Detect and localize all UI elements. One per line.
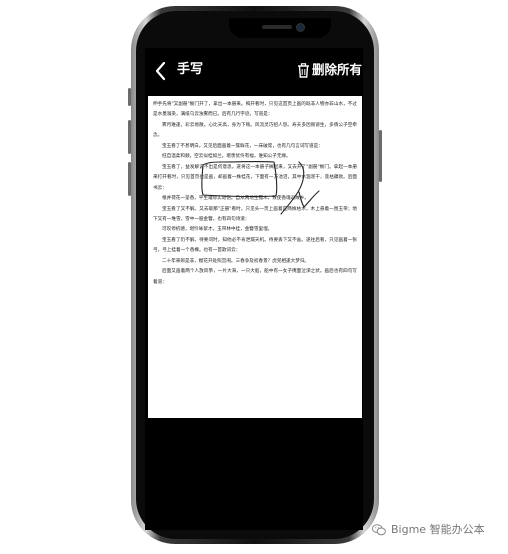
paragraph: 枉自温柔和顺，空云似桂如兰。堪羡优伶有福，谁知公子无缘。 [162, 154, 291, 160]
watermark-text: Bigme 智能办公本 [391, 523, 485, 536]
paragraph: 根并荷花一茎香，平生遭际实堪伤。自从两地生孤木，致使香魂返故乡。 [162, 196, 310, 202]
volume-up-button [128, 120, 131, 154]
earpiece-speaker [262, 25, 292, 29]
paragraph: 宝玉看了又不解。又去取那"正册"看时，只见头一页上画着是两株枯木，木上悬着一围玉… [153, 206, 357, 222]
front-camera [296, 23, 305, 32]
paragraph: 伸手先将"又副册"橱门开了，拿出一本册来。揭开看时，只见这首页上画的既非人物亦非… [153, 102, 357, 118]
paragraph: 后面又画着两个人放风筝，一片大海，一只大船，船中有一女子掩面泣涕之状。画后也有四… [153, 269, 357, 285]
paragraph: 可叹停机德，堪怜咏絮才。玉带林中挂，金簪雪里埋。 [162, 227, 273, 233]
paragraph: 宝玉看了，益发解说不出是何意思。遂将这一本册子搁起来，又去开了"副册"橱门。拿起… [153, 164, 357, 191]
app-screen: 手写 删除所有 伸手先将"又副册"橱门开了，拿出一本册来。揭开看时，只见这首页上… [145, 48, 363, 530]
power-button [379, 130, 382, 182]
delete-all-button[interactable]: 删除所有 [297, 60, 362, 80]
page-title: 手写 [177, 62, 204, 77]
watermark: Bigme 智能办公本 [372, 523, 485, 537]
wechat-icon [372, 524, 386, 536]
app-header: 手写 删除所有 [145, 48, 363, 96]
trash-icon [298, 62, 309, 78]
paragraph: 霁月难逢，彩云易散。心比天高，身为下贱。风流灵巧招人怨。寿夭多因毁谤生，多情公子… [153, 122, 357, 139]
paragraph: 宝玉看了仍不解。待要问时，知他必不肯泄漏天机。待要丢下又不舍。遂往后看，只见画着… [153, 237, 357, 254]
mute-switch [128, 88, 131, 106]
paragraph: 宝玉看了不甚明白。又见后面画着一簇鲜花，一床破席，也有几句言词写道是： [162, 143, 323, 149]
chevron-left-icon[interactable] [154, 61, 168, 81]
paragraph: 二十年来辨是非，榴花开处照宫闱。三春争及初春景？虎兕相逢大梦归。 [162, 258, 310, 264]
delete-all-label: 删除所有 [312, 62, 363, 77]
volume-down-button [128, 162, 131, 196]
document-page[interactable]: 伸手先将"又副册"橱门开了，拿出一本册来。揭开看时，只见这首页上画的既非人物亦非… [148, 96, 362, 418]
